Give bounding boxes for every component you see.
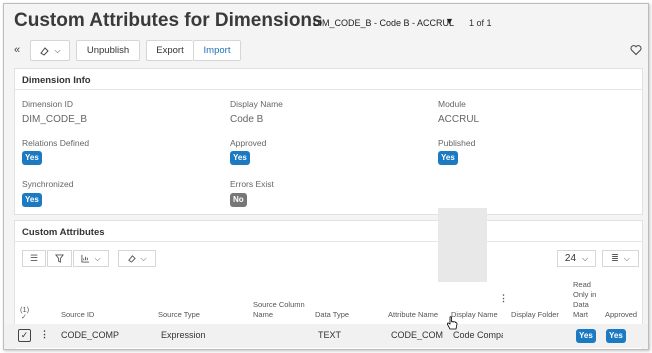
eraser-icon	[128, 255, 137, 263]
import-button[interactable]: Import	[193, 40, 241, 61]
chevron-down-icon: ⌵	[582, 253, 589, 263]
divider	[15, 89, 642, 90]
divider	[15, 241, 642, 242]
grid-action-menu-button[interactable]: ⌵	[118, 250, 156, 267]
errors-exist-badge: No	[230, 193, 247, 207]
module-value: ACCRUL	[438, 114, 480, 125]
dimension-info-title: Dimension Info	[22, 75, 91, 86]
dimension-select[interactable]: DIM_CODE_B - Code B - ACCRUL	[313, 18, 454, 28]
chevron-down-icon: ⌵	[94, 253, 101, 263]
filter-icon[interactable]	[47, 250, 72, 267]
relations-defined-badge: Yes	[22, 151, 42, 165]
cell-data-type: TEXT	[318, 330, 342, 340]
hand-cursor-icon	[446, 316, 458, 330]
display-name-label: Display Name	[230, 99, 283, 109]
col-read-only[interactable]: Read Only in Data Mart	[573, 280, 599, 320]
cell-approved-badge: Yes	[606, 329, 626, 343]
columns-menu-button[interactable]: ≣ ⌵	[602, 250, 639, 267]
col-data-type[interactable]: Data Type	[315, 310, 349, 320]
chart-icon	[81, 254, 90, 263]
chevron-down-icon: ⌵	[54, 45, 61, 55]
col-source-type[interactable]: Source Type	[158, 310, 200, 320]
synchronized-badge: Yes	[22, 193, 42, 207]
funnel-icon	[55, 254, 64, 263]
columns-icon: ≣	[611, 253, 619, 263]
approved-label: Approved	[230, 138, 267, 148]
heart-icon[interactable]	[630, 44, 642, 56]
export-button[interactable]: Export	[146, 40, 193, 61]
display-name-column-highlight	[438, 208, 487, 282]
action-menu-button[interactable]: ⌵	[30, 40, 70, 61]
table-row[interactable]: ✓ ⋮ CODE_COMP Expression TEXT CODE_COMP …	[4, 324, 648, 348]
column-menu-icon[interactable]: ⋮	[499, 293, 508, 303]
display-name-value: Code B	[230, 114, 264, 125]
chevron-down-icon: ⌵	[623, 253, 630, 263]
custom-attributes-title: Custom Attributes	[22, 227, 105, 238]
module-label: Module	[438, 99, 466, 109]
caret-down-icon[interactable]: ▼	[445, 16, 454, 26]
cell-read-only-badge: Yes	[576, 329, 596, 343]
errors-exist-label: Errors Exist	[230, 179, 274, 189]
synchronized-label: Synchronized	[22, 179, 74, 189]
dimension-id-value: DIM_CODE_B	[22, 114, 88, 125]
eraser-icon	[40, 46, 50, 56]
list-icon[interactable]: ☰	[22, 250, 46, 267]
unpublish-button[interactable]: Unpublish	[76, 40, 140, 61]
page-title: Custom Attributes for Dimensions	[14, 10, 323, 31]
chevron-down-icon: ⌵	[140, 253, 147, 263]
cell-display-name: Code Compar	[453, 330, 503, 340]
row-checkbox[interactable]: ✓	[18, 329, 31, 342]
published-label: Published	[438, 138, 476, 148]
grid-toolbar: ☰ ⌵ ⌵ 24 ⌵ ≣ ⌵	[22, 250, 642, 268]
col-attribute-name[interactable]: Attribute Name	[388, 310, 438, 320]
col-source-id[interactable]: Source ID	[61, 310, 94, 320]
cell-source-type: Expression	[161, 330, 206, 340]
col-display-name[interactable]: Display Name	[451, 310, 498, 320]
cell-attribute-name: CODE_COMP	[391, 330, 443, 340]
dimension-info-card: Dimension Info Dimension ID DIM_CODE_B D…	[14, 68, 643, 215]
row-menu-icon[interactable]: ⋮	[40, 329, 49, 340]
page-size-select[interactable]: 24 ⌵	[557, 250, 596, 267]
col-source-column-name[interactable]: Source Column Name	[253, 300, 305, 320]
toolbar: « ⌵ Unpublish Export Import	[12, 40, 644, 62]
page-size-value: 24	[564, 253, 577, 264]
col-approved[interactable]: Approved	[605, 310, 637, 320]
page-count: 1 of 1	[469, 18, 492, 28]
col-display-folder[interactable]: Display Folder	[511, 310, 559, 320]
chart-menu-button[interactable]: ⌵	[73, 250, 109, 267]
cell-source-id: CODE_COMP	[61, 330, 120, 340]
published-badge: Yes	[438, 151, 458, 165]
dimension-id-label: Dimension ID	[22, 99, 74, 109]
relations-defined-label: Relations Defined	[22, 138, 90, 148]
approved-badge: Yes	[230, 151, 250, 165]
check-icon[interactable]: ✓	[21, 313, 27, 323]
title-bar: Custom Attributes for Dimensions DIM_COD…	[4, 4, 648, 40]
app-window: Custom Attributes for Dimensions DIM_COD…	[3, 3, 649, 350]
double-chevron-left-icon[interactable]: «	[14, 44, 20, 56]
